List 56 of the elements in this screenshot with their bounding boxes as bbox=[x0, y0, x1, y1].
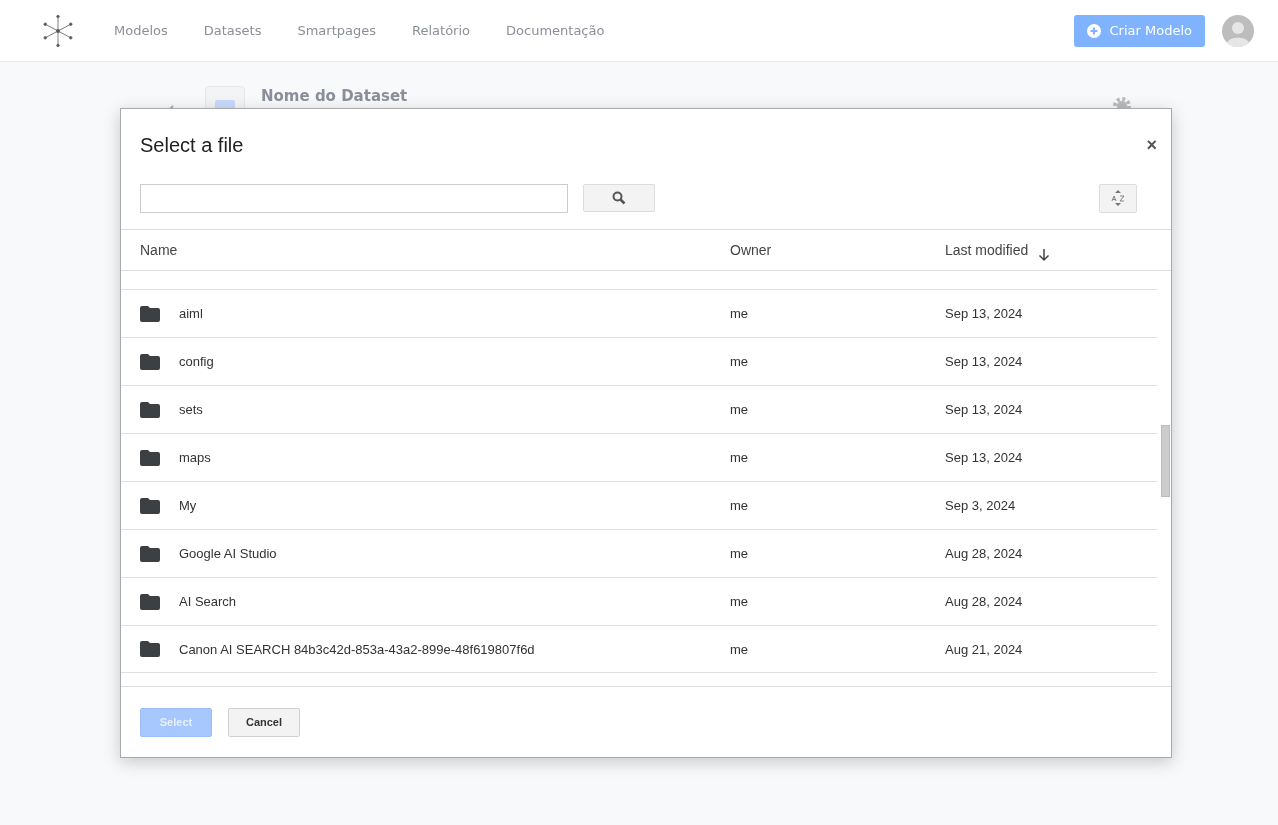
folder-icon bbox=[140, 353, 160, 370]
file-name: config bbox=[179, 354, 214, 369]
file-date: Sep 3, 2024 bbox=[945, 498, 1016, 513]
file-name: maps bbox=[179, 450, 211, 465]
cancel-button[interactable]: Cancel bbox=[228, 707, 300, 737]
file-owner: me bbox=[730, 546, 749, 561]
file-owner: me bbox=[730, 306, 749, 321]
column-header[interactable]: Owner bbox=[730, 242, 772, 258]
sort-az-icon bbox=[1110, 189, 1126, 207]
file-row[interactable]: sets me Sep 13, 2024 bbox=[121, 385, 1157, 433]
folder-icon bbox=[140, 593, 160, 610]
file-date: Aug 28, 2024 bbox=[945, 594, 1023, 609]
folder-icon bbox=[140, 641, 160, 657]
file-name: Canon AI SEARCH 84b3c42d-853a-43a2-899e-48f619807f6d bbox=[179, 641, 535, 657]
search-button[interactable] bbox=[583, 184, 655, 212]
file-date: Aug 28, 2024 bbox=[945, 546, 1023, 561]
avatar[interactable] bbox=[1222, 14, 1254, 47]
file-name: AI Search bbox=[179, 594, 237, 609]
close-button[interactable]: × bbox=[1146, 134, 1157, 156]
file-name: aiml bbox=[179, 306, 203, 321]
file-owner: me bbox=[730, 641, 749, 657]
file-owner: me bbox=[730, 450, 749, 465]
plus-circle-icon bbox=[1086, 23, 1101, 38]
search-field[interactable] bbox=[140, 183, 568, 213]
file-row[interactable]: maps me Sep 13, 2024 bbox=[121, 433, 1157, 481]
file-name: Google AI Studio bbox=[179, 546, 277, 561]
file-date: Sep 13, 2024 bbox=[945, 306, 1023, 321]
folder-icon bbox=[140, 545, 160, 562]
file-name: sets bbox=[179, 402, 203, 417]
file-owner: me bbox=[730, 498, 749, 513]
logo-icon[interactable] bbox=[41, 13, 75, 48]
file-owner: me bbox=[730, 354, 749, 369]
file-row[interactable]: aiml me Sep 13, 2024 bbox=[121, 289, 1157, 337]
file-date: Aug 21, 2024 bbox=[945, 641, 1023, 657]
file-row[interactable]: My me Sep 3, 2024 bbox=[121, 481, 1157, 529]
dataset-title: Nome do Dataset bbox=[261, 88, 408, 105]
scrollbar-thumb[interactable] bbox=[1161, 425, 1170, 497]
file-row[interactable]: AI Search me Aug 28, 2024 bbox=[121, 577, 1157, 625]
sort-button[interactable] bbox=[1099, 183, 1137, 213]
folder-icon bbox=[140, 401, 160, 418]
file-row[interactable]: Canon AI SEARCH 84b3c42d-853a-43a2-899e-48f619807f6d me Aug 21, 2024 bbox=[121, 625, 1157, 673]
file-row[interactable]: config me Sep 13, 2024 bbox=[121, 337, 1157, 385]
file-date: Sep 13, 2024 bbox=[945, 450, 1023, 465]
file-name: My bbox=[179, 498, 197, 513]
file-owner: me bbox=[730, 402, 749, 417]
column-header[interactable]: Last modified bbox=[945, 242, 1029, 258]
column-header[interactable]: Name bbox=[140, 242, 178, 258]
folder-icon bbox=[140, 449, 160, 466]
file-date: Sep 13, 2024 bbox=[945, 402, 1023, 417]
dialog-title: Select a file bbox=[140, 133, 244, 157]
file-owner: me bbox=[730, 594, 749, 609]
folder-icon bbox=[140, 305, 160, 322]
folder-icon bbox=[140, 497, 160, 514]
file-date: Sep 13, 2024 bbox=[945, 354, 1023, 369]
file-row[interactable]: Google AI Studio me Aug 28, 2024 bbox=[121, 529, 1157, 577]
search-icon bbox=[612, 191, 626, 205]
